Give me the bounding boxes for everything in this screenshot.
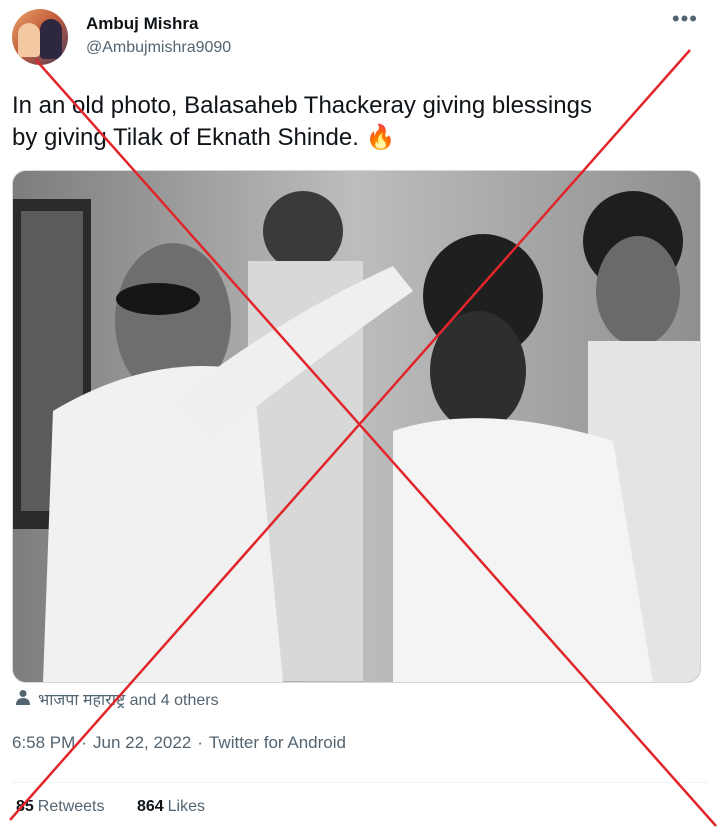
- likes-stat[interactable]: 864 Likes: [137, 798, 205, 815]
- fire-emoji: 🔥: [365, 124, 396, 151]
- avatar[interactable]: [12, 9, 68, 65]
- author-name[interactable]: Ambuj Mishra: [86, 14, 198, 34]
- tweet-time[interactable]: 6:58 PM: [12, 733, 75, 752]
- likes-label: Likes: [167, 798, 206, 815]
- tweet-text-line-1: In an old photo, Balasaheb Thackeray giv…: [12, 92, 592, 119]
- liked-by-line[interactable]: भाजपा महाराष्ट्र and 4 others: [16, 688, 219, 710]
- liked-by-text: भाजपा महाराष्ट्र and 4 others: [38, 692, 219, 709]
- more-dots-icon[interactable]: •••: [672, 6, 698, 32]
- tweet-date[interactable]: Jun 22, 2022: [93, 733, 191, 752]
- tweet-source[interactable]: Twitter for Android: [209, 733, 346, 752]
- tweet-photo[interactable]: [12, 170, 701, 683]
- retweets-stat[interactable]: 85 Retweets: [16, 798, 105, 815]
- tweet-text: In an old photo, Balasaheb Thackeray giv…: [12, 90, 702, 154]
- person-icon: [16, 689, 30, 710]
- author-handle[interactable]: @Ambujmishra9090: [86, 39, 231, 57]
- meta-separator: ·: [81, 733, 87, 752]
- tweet-stats: 85 Retweets 864 Likes: [16, 798, 205, 816]
- retweets-count: 85: [16, 798, 34, 815]
- meta-separator: ·: [197, 733, 203, 752]
- retweets-label: Retweets: [37, 798, 105, 815]
- likes-count: 864: [136, 798, 164, 815]
- tweet-text-line-2: by giving Tilak of Eknath Shinde.: [12, 124, 359, 151]
- divider: [12, 782, 708, 783]
- tweet-metadata: 6:58 PM · Jun 22, 2022 · Twitter for Android: [12, 733, 346, 753]
